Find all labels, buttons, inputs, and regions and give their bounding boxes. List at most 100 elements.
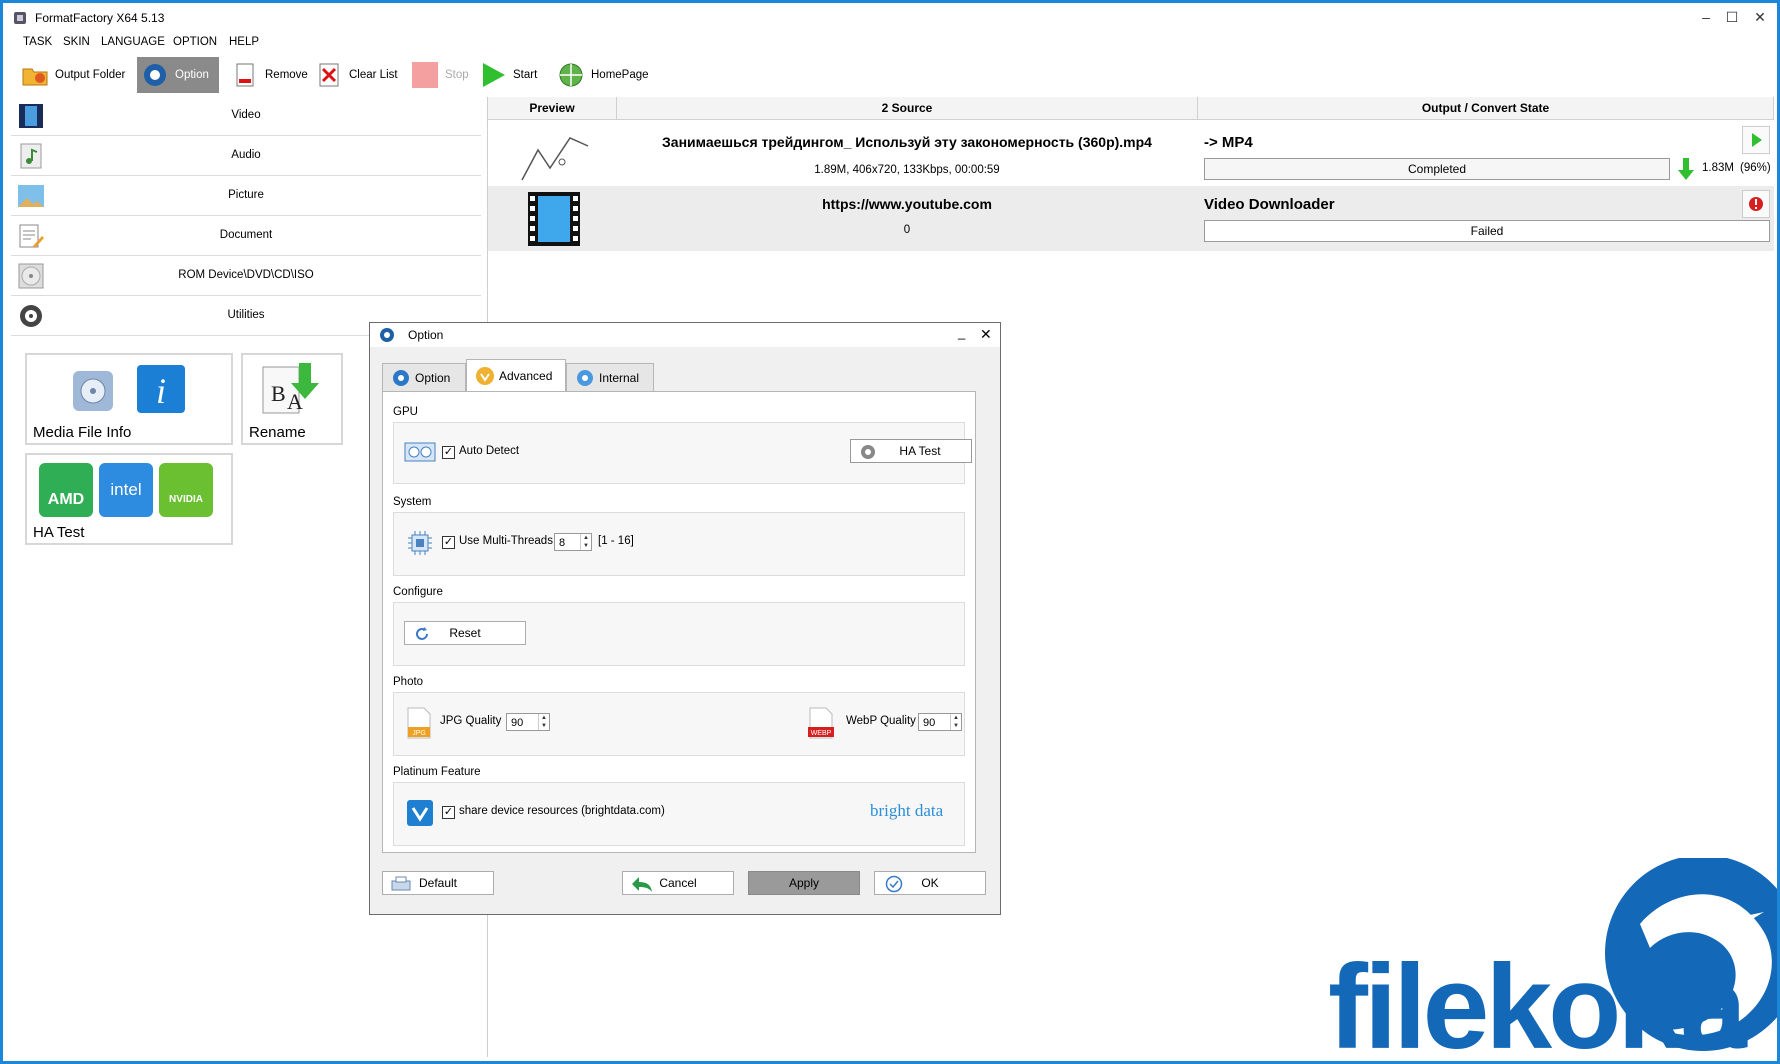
share-resources-label: share device resources (brightdata.com) [459, 805, 665, 817]
cancel-label: Cancel [659, 876, 697, 890]
play-icon [1752, 133, 1762, 147]
column-preview[interactable]: Preview [488, 97, 617, 120]
gear-icon [144, 64, 166, 86]
refresh-icon [416, 627, 428, 640]
media-file-info-tool[interactable]: i Media File Info [25, 353, 233, 445]
spinner-arrows-icon[interactable]: ▲ ▼ [538, 714, 549, 730]
ok-label: OK [921, 876, 939, 890]
category-picture-label: Picture [228, 189, 264, 201]
close-button[interactable]: ✕ [1747, 9, 1773, 26]
multi-threads-checkbox[interactable]: ✓ [442, 535, 455, 550]
menu-bar: TASK SKIN LANGUAGE OPTION HELP [3, 33, 1777, 53]
apply-button[interactable]: Apply [748, 871, 860, 895]
homepage-label: HomePage [591, 69, 649, 81]
gpu-group: ✓ Auto Detect HA Test [393, 422, 972, 484]
result-size: 1.83M [1702, 162, 1734, 174]
remove-button[interactable]: Remove [231, 57, 308, 93]
clear-list-button[interactable]: Clear List [315, 57, 398, 93]
webp-quality-spinner[interactable]: 90 ▲ ▼ [918, 713, 962, 731]
column-source[interactable]: 2 Source [617, 97, 1198, 120]
threads-range: [1 - 16] [598, 535, 634, 547]
source-url: https://www.youtube.com [822, 196, 992, 212]
spinner-arrows-icon[interactable]: ▲ ▼ [580, 534, 591, 550]
remove-label: Remove [265, 69, 308, 81]
homepage-button[interactable]: HomePage [557, 57, 649, 93]
category-document[interactable]: Document [11, 217, 481, 256]
system-heading: System [393, 496, 432, 508]
stop-button[interactable]: Stop [411, 57, 469, 93]
category-picture[interactable]: Picture [11, 177, 481, 216]
option-button[interactable]: Option [137, 57, 219, 93]
system-group: ✓ Use Multi-Threads 8 ▲ ▼ [1 - 16] [393, 512, 965, 576]
task-row[interactable]: Занимаешься трейдингом_ Используй эту за… [488, 120, 1774, 185]
category-audio[interactable]: Audio [11, 137, 481, 176]
error-button[interactable] [1742, 190, 1770, 218]
film-icon [528, 192, 580, 246]
tab-internal-label: Internal [599, 370, 640, 385]
output-folder-label: Output Folder [55, 69, 126, 81]
amd-logo: AMD [39, 463, 93, 517]
apply-label: Apply [788, 876, 820, 890]
webp-file-icon: WEBP [808, 707, 834, 739]
play-icon [483, 63, 505, 87]
play-output-button[interactable] [1742, 126, 1770, 154]
task-row[interactable]: https://www.youtube.com 0 Video Download… [488, 186, 1774, 251]
start-label: Start [513, 69, 538, 81]
photo-heading: Photo [393, 676, 424, 688]
platinum-heading: Platinum Feature [393, 766, 481, 778]
gear-icon [577, 369, 593, 386]
output-folder-button[interactable]: Output Folder [21, 57, 125, 93]
jpg-quality-spinner[interactable]: 90 ▲ ▼ [506, 713, 550, 731]
menu-task[interactable]: TASK [23, 36, 52, 48]
cancel-button[interactable]: Cancel [622, 871, 734, 895]
check-circle-icon [885, 875, 903, 893]
gpu-heading: GPU [393, 406, 418, 418]
category-rom-device[interactable]: ROM Device\DVD\CD\ISO [11, 257, 481, 296]
tab-internal[interactable]: Internal [566, 363, 654, 391]
menu-language[interactable]: LANGUAGE [101, 36, 165, 48]
menu-option[interactable]: OPTION [173, 36, 217, 48]
svg-text:filekoka: filekoka [1328, 940, 1748, 1064]
reset-button[interactable]: Reset [404, 621, 526, 645]
ha-test-button[interactable]: HA Test [850, 439, 972, 463]
gear-icon [393, 369, 409, 386]
video-thumbnail [518, 120, 590, 185]
spinner-arrows-icon[interactable]: ▲ ▼ [950, 714, 961, 730]
default-button[interactable]: Default [382, 871, 494, 895]
reset-label: Reset [449, 626, 481, 640]
maximize-button[interactable]: ☐ [1719, 9, 1745, 26]
folder-icon [22, 68, 48, 86]
remove-icon [236, 63, 254, 87]
error-icon [1749, 197, 1763, 211]
gear-icon [380, 328, 394, 342]
ha-test-tool[interactable]: AMD intel NVIDIA HA Test [25, 453, 233, 545]
share-resources-checkbox[interactable]: ✓ [442, 805, 455, 820]
intel-logo: intel [99, 463, 153, 517]
stop-label: Stop [445, 69, 469, 81]
gpu-card-icon [404, 442, 436, 462]
dialog-title: Option [408, 328, 444, 342]
main-window: FormatFactory X64 5.13 – ☐ ✕ TASK SKIN L… [0, 0, 1780, 1064]
threads-spinner[interactable]: 8 ▲ ▼ [554, 533, 592, 551]
back-arrow-icon [632, 877, 652, 892]
tab-advanced[interactable]: Advanced [466, 359, 566, 391]
advanced-badge-icon [476, 366, 494, 385]
menu-skin[interactable]: SKIN [63, 36, 90, 48]
auto-detect-checkbox[interactable]: ✓ [442, 445, 455, 460]
rename-tool[interactable]: BA Rename [241, 353, 343, 445]
default-label: Default [418, 876, 458, 890]
start-button[interactable]: Start [479, 57, 537, 93]
clear-list-label: Clear List [349, 69, 398, 81]
minimize-button[interactable]: – [1693, 9, 1719, 25]
dialog-close-button[interactable]: ✕ [980, 326, 992, 343]
menu-help[interactable]: HELP [229, 36, 259, 48]
multi-threads-label: Use Multi-Threads [459, 535, 553, 547]
dialog-minimize-button[interactable]: _ [958, 325, 965, 340]
shield-check-icon [407, 800, 433, 826]
column-output[interactable]: Output / Convert State [1198, 97, 1774, 120]
ok-button[interactable]: OK [874, 871, 986, 895]
toolbar: Output Folder Option Remove Clear List S… [3, 55, 1777, 95]
category-video[interactable]: Video [11, 97, 481, 136]
nvidia-logo: NVIDIA [159, 463, 213, 517]
tab-option[interactable]: Option [382, 363, 466, 391]
